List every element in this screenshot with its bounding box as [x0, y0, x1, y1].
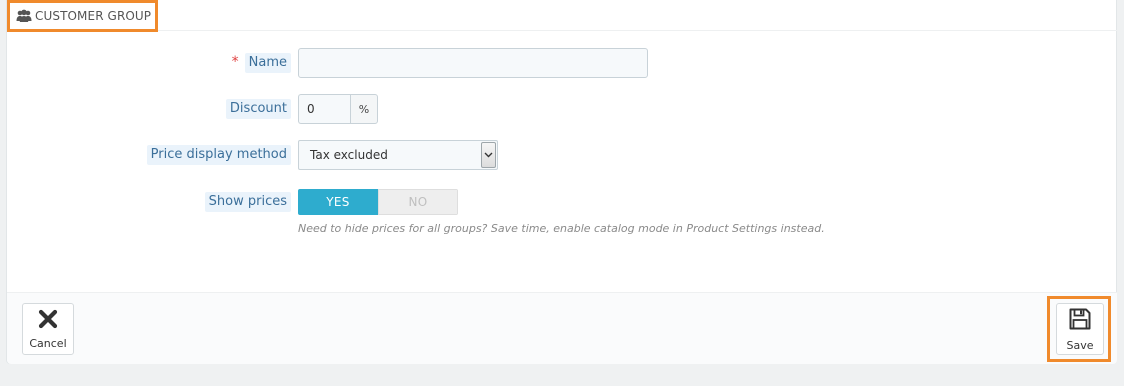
panel-heading: CUSTOMER GROUP	[7, 0, 1117, 32]
show-prices-no-option[interactable]: NO	[378, 189, 458, 215]
discount-label: Discount	[225, 99, 291, 119]
show-prices-toggle[interactable]: YES NO	[298, 189, 458, 215]
discount-input[interactable]	[298, 94, 350, 124]
chevron-down-icon[interactable]	[481, 142, 496, 168]
name-label-wrap: * Name	[232, 48, 291, 78]
save-button[interactable]: Save	[1056, 303, 1104, 355]
heading-highlight: CUSTOMER GROUP	[7, 0, 158, 32]
price-display-label: Price display method	[146, 145, 291, 165]
floppy-disk-icon	[1068, 307, 1092, 335]
discount-label-wrap: Discount	[225, 94, 291, 124]
users-icon	[16, 9, 32, 23]
customer-group-panel: CUSTOMER GROUP * Name Discount % Price d…	[6, 0, 1117, 364]
price-display-select[interactable]: Tax excluded	[298, 140, 498, 170]
show-prices-help-text: Need to hide prices for all groups? Save…	[298, 222, 825, 235]
required-marker: *	[231, 54, 239, 70]
price-display-label-wrap: Price display method	[146, 140, 291, 170]
price-display-selected: Tax excluded	[310, 148, 388, 162]
percent-addon: %	[350, 94, 378, 124]
name-label: Name	[244, 53, 291, 73]
show-prices-label: Show prices	[204, 192, 291, 212]
name-row: * Name	[7, 48, 1117, 78]
cancel-label: Cancel	[29, 336, 67, 350]
panel-title: CUSTOMER GROUP	[35, 9, 152, 23]
cancel-button[interactable]: Cancel	[22, 303, 74, 355]
name-input[interactable]	[298, 48, 648, 78]
show-prices-yes-option[interactable]: YES	[298, 189, 378, 215]
close-icon	[38, 309, 58, 333]
price-display-row: Price display method Tax excluded	[7, 140, 1117, 170]
show-prices-label-wrap: Show prices	[204, 189, 291, 215]
discount-row: Discount %	[7, 94, 1117, 124]
save-label: Save	[1066, 338, 1094, 352]
show-prices-row: Show prices YES NO	[7, 189, 1117, 215]
discount-input-group: %	[298, 94, 378, 124]
panel-footer: Cancel Save	[7, 292, 1117, 364]
